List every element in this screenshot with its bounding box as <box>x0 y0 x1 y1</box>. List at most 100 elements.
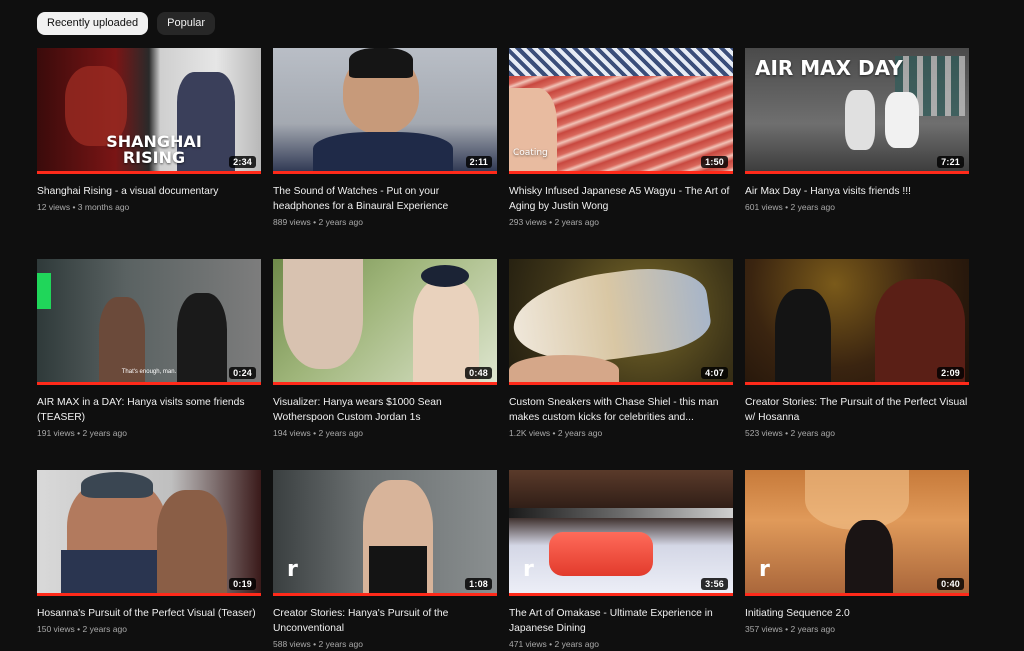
video-thumbnail[interactable]: 0:19 <box>37 470 261 596</box>
video-thumbnail[interactable]: 0:48 <box>273 259 497 385</box>
thumbnail-overlay-text: AIR MAX DAY <box>755 56 903 80</box>
subtitle-caption: That's enough, man. <box>121 369 177 375</box>
person-outfit <box>369 546 427 596</box>
duration-badge: 0:48 <box>465 367 492 379</box>
video-meta: 194 views • 2 years ago <box>273 428 363 438</box>
person-jacket <box>313 132 453 174</box>
person-silhouette <box>157 490 227 596</box>
duration-badge: 0:40 <box>937 578 964 590</box>
upload-age: 2 years ago <box>790 428 835 438</box>
video-card[interactable]: SHANGHAI RISING 2:34 Shanghai Rising - a… <box>37 48 261 225</box>
watch-progress-bar <box>37 593 261 596</box>
video-card[interactable]: r 3:56 The Art of Omakase - Ultimate Exp… <box>509 470 733 649</box>
chip-recently-uploaded[interactable]: Recently uploaded <box>37 12 149 35</box>
video-title[interactable]: Creator Stories: The Pursuit of the Perf… <box>745 395 969 425</box>
video-title[interactable]: Hosanna's Pursuit of the Perfect Visual … <box>37 606 261 621</box>
bandana <box>421 265 469 287</box>
duration-badge: 2:09 <box>937 367 964 379</box>
view-count: 601 views <box>745 202 783 212</box>
view-count: 588 views <box>273 639 311 649</box>
chip-popular[interactable]: Popular <box>157 12 216 35</box>
watch-progress-bar <box>745 171 969 174</box>
video-meta: 523 views • 2 years ago <box>745 428 835 438</box>
video-title[interactable]: AIR MAX in a DAY: Hanya visits some frie… <box>37 395 261 425</box>
video-title[interactable]: Visualizer: Hanya wears $1000 Sean Wothe… <box>273 395 497 425</box>
watch-progress-bar <box>745 593 969 596</box>
tuna-slice <box>549 532 653 576</box>
video-thumbnail[interactable]: 2:11 <box>273 48 497 174</box>
duration-badge: 2:11 <box>465 156 492 168</box>
video-card[interactable]: r 1:08 Creator Stories: Hanya's Pursuit … <box>273 470 497 649</box>
person-silhouette <box>845 520 893 596</box>
view-count: 357 views <box>745 624 783 634</box>
person-upside-down <box>283 259 363 369</box>
thumbnail-overlay-text: Coating <box>513 148 548 158</box>
video-thumbnail[interactable]: Coating 1:50 <box>509 48 733 174</box>
upload-age: 2 years ago <box>554 217 599 227</box>
video-thumbnail[interactable]: r 0:40 <box>745 470 969 596</box>
video-thumbnail[interactable]: 2:09 <box>745 259 969 385</box>
video-meta: 1.2K views • 2 years ago <box>509 428 603 438</box>
video-meta: 601 views • 2 years ago <box>745 202 835 212</box>
video-title[interactable]: Creator Stories: Hanya's Pursuit of the … <box>273 606 497 636</box>
upload-age: 2 years ago <box>557 428 603 438</box>
video-thumbnail[interactable]: 4:07 <box>509 259 733 385</box>
watch-progress-bar <box>273 171 497 174</box>
video-meta: 293 views • 2 years ago <box>509 217 599 227</box>
video-meta: 12 views • 3 months ago <box>37 202 130 212</box>
person-silhouette <box>885 92 919 148</box>
view-count: 150 views <box>37 624 75 634</box>
duration-badge: 0:24 <box>229 367 256 379</box>
video-card[interactable]: That's enough, man. 0:24 AIR MAX in a DA… <box>37 259 261 438</box>
person-hair <box>349 48 413 78</box>
video-card[interactable]: Coating 1:50 Whisky Infused Japanese A5 … <box>509 48 733 227</box>
duration-badge: 7:21 <box>937 156 964 168</box>
duration-badge: 3:56 <box>701 578 728 590</box>
video-meta: 471 views • 2 years ago <box>509 639 599 649</box>
upload-age: 2 years ago <box>82 624 127 634</box>
video-card[interactable]: 4:07 Custom Sneakers with Chase Shiel - … <box>509 259 733 438</box>
video-title[interactable]: Whisky Infused Japanese A5 Wagyu - The A… <box>509 184 733 214</box>
video-title[interactable]: Shanghai Rising - a visual documentary <box>37 184 261 199</box>
video-thumbnail[interactable]: r 3:56 <box>509 470 733 596</box>
upload-age: 2 years ago <box>82 428 127 438</box>
cap <box>81 472 153 498</box>
video-card[interactable]: 2:09 Creator Stories: The Pursuit of the… <box>745 259 969 438</box>
watch-progress-bar <box>509 382 733 385</box>
checked-shirt <box>509 48 733 76</box>
video-card[interactable]: AIR MAX DAY 7:21 Air Max Day - Hanya vis… <box>745 48 969 225</box>
video-title[interactable]: The Sound of Watches - Put on your headp… <box>273 184 497 214</box>
channel-videos-page: Recently uploaded Popular SHANGHAI RISIN… <box>0 0 1024 651</box>
video-thumbnail[interactable]: That's enough, man. 0:24 <box>37 259 261 385</box>
video-meta: 588 views • 2 years ago <box>273 639 363 649</box>
video-title[interactable]: Air Max Day - Hanya visits friends !!! <box>745 184 969 199</box>
hand <box>509 355 619 385</box>
view-count: 194 views <box>273 428 311 438</box>
watch-progress-bar <box>509 593 733 596</box>
video-title[interactable]: The Art of Omakase - Ultimate Experience… <box>509 606 733 636</box>
video-title[interactable]: Initiating Sequence 2.0 <box>745 606 969 621</box>
video-card[interactable]: 2:11 The Sound of Watches - Put on your … <box>273 48 497 227</box>
video-thumbnail[interactable]: SHANGHAI RISING 2:34 <box>37 48 261 174</box>
upload-age: 2 years ago <box>318 217 363 227</box>
thumbnail-overlay-text: SHANGHAI RISING <box>106 132 202 167</box>
view-count: 889 views <box>273 217 311 227</box>
brand-logo: r <box>287 557 298 582</box>
video-card[interactable]: 0:19 Hosanna's Pursuit of the Perfect Vi… <box>37 470 261 647</box>
neon-sign <box>37 273 51 309</box>
video-card[interactable]: r 0:40 Initiating Sequence 2.0 357 views… <box>745 470 969 647</box>
watch-progress-bar <box>37 382 261 385</box>
watch-progress-bar <box>273 593 497 596</box>
view-count: 191 views <box>37 428 75 438</box>
view-count: 12 views <box>37 202 71 212</box>
video-thumbnail[interactable]: AIR MAX DAY 7:21 <box>745 48 969 174</box>
filter-chips: Recently uploaded Popular <box>37 12 216 35</box>
video-meta: 191 views • 2 years ago <box>37 428 127 438</box>
video-card[interactable]: 0:48 Visualizer: Hanya wears $1000 Sean … <box>273 259 497 438</box>
video-thumbnail[interactable]: r 1:08 <box>273 470 497 596</box>
duration-badge: 4:07 <box>701 367 728 379</box>
video-title[interactable]: Custom Sneakers with Chase Shiel - this … <box>509 395 733 425</box>
view-count: 1.2K views <box>509 428 551 438</box>
watch-progress-bar <box>745 382 969 385</box>
upload-age: 2 years ago <box>318 639 363 649</box>
